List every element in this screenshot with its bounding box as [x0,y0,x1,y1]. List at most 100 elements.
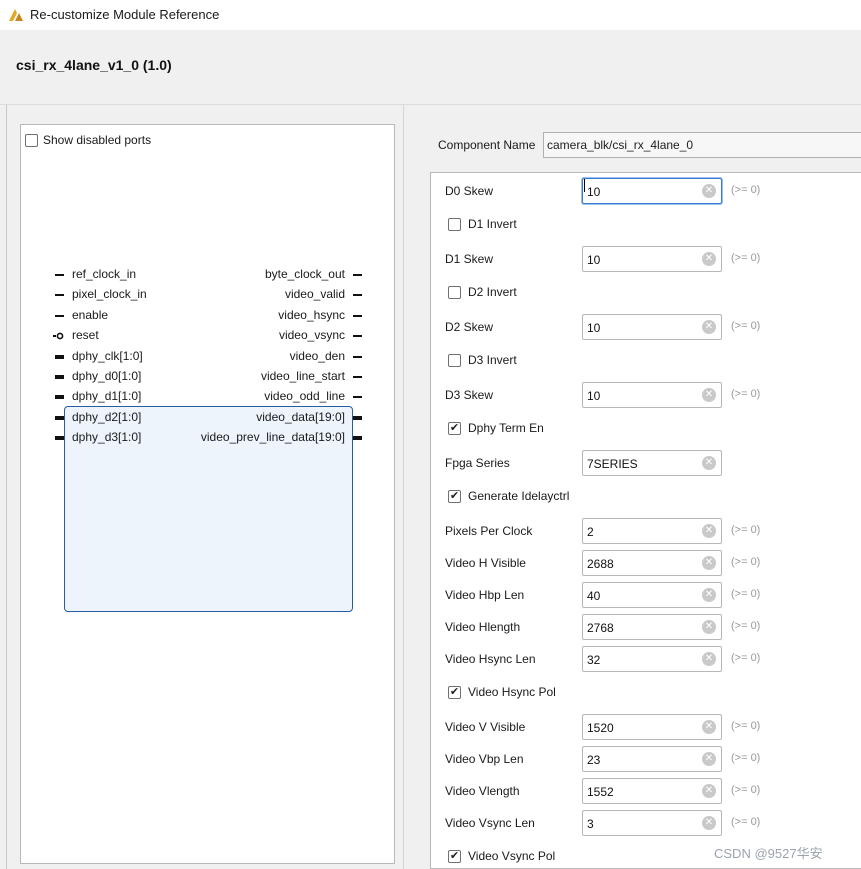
clear-icon[interactable]: ✕ [702,456,716,470]
component-name-label: Component Name [438,138,536,152]
param-label-pixels-per-clock: Pixels Per Clock [445,524,533,538]
input-port-label: dphy_d1[1:0] [72,389,142,404]
input-port-label: pixel_clock_in [72,287,147,302]
param-value: 32 [587,653,601,667]
param-row-d1-skew: D1 Skew 10 ✕ (>= 0) [431,246,861,272]
checkbox-d3-invert[interactable] [448,354,461,367]
output-pin [353,355,362,358]
input-pin [55,294,64,297]
param-input-d2-skew[interactable]: 10 ✕ [582,314,722,340]
param-checkbox-row-d3-invert[interactable]: D3 Invert [431,352,861,370]
clear-icon[interactable]: ✕ [702,784,716,798]
param-input-video-vbp-len[interactable]: 23 ✕ [582,746,722,772]
clear-icon[interactable]: ✕ [702,620,716,634]
clear-icon[interactable]: ✕ [702,720,716,734]
param-checkbox-row-video-hsync-pol[interactable]: ✔ Video Hsync Pol [431,684,861,702]
input-port-label: dphy_d2[1:0] [72,409,142,424]
port-row: dphy_d0[1:0] video_line_start [55,369,362,385]
clear-icon[interactable]: ✕ [702,556,716,570]
param-range: (>= 0) [731,524,761,536]
param-row-d0-skew: D0 Skew 10 ✕ (>= 0) [431,178,861,204]
port-row: dphy_d1[1:0] video_odd_line [55,389,362,405]
param-value: 1520 [587,721,614,735]
param-checkbox-row-d2-invert[interactable]: D2 Invert [431,284,861,302]
param-checkbox-row-d1-invert[interactable]: D1 Invert [431,216,861,234]
param-range: (>= 0) [731,720,761,732]
input-port-label: dphy_d0[1:0] [72,369,142,383]
show-disabled-ports-label: Show disabled ports [43,133,152,147]
module-title: csi_rx_4lane_v1_0 (1.0) [16,57,172,73]
clear-icon[interactable]: ✕ [702,320,716,334]
checkbox-video-hsync-pol[interactable]: ✔ [448,686,461,699]
input-port-label: ref_clock_in [72,267,137,281]
port-row: ref_clock_in byte_clock_out [55,267,362,283]
title-bar: Re-customize Module Reference [0,0,861,30]
clear-icon[interactable]: ✕ [702,816,716,830]
input-pin [55,314,64,317]
param-range: (>= 0) [731,816,761,828]
dialog-header: csi_rx_4lane_v1_0 (1.0) [0,30,861,105]
component-name-field[interactable]: camera_blk/csi_rx_4lane_0 [543,132,861,158]
param-label-video-vbp-len: Video Vbp Len [445,752,524,766]
checkbox-label-d1-invert: D1 Invert [468,217,517,231]
param-range: (>= 0) [731,556,761,568]
checkbox-label-dphy-term-en: Dphy Term En [468,421,544,435]
clear-icon[interactable]: ✕ [702,252,716,266]
module-block-symbol[interactable]: ref_clock_in byte_clock_out pixel_clock_in… [53,267,362,612]
param-row-video-h-visible: Video H Visible 2688 ✕ (>= 0) [431,550,861,576]
panel-divider[interactable] [403,105,404,869]
checkbox-video-vsync-pol[interactable]: ✔ [448,850,461,863]
show-disabled-ports-checkbox[interactable] [25,133,38,147]
param-input-d3-skew[interactable]: 10 ✕ [582,382,722,408]
param-input-video-vsync-len[interactable]: 3 ✕ [582,810,722,836]
param-label-video-v-visible: Video V Visible [445,720,526,734]
param-input-video-hbp-len[interactable]: 40 ✕ [582,582,722,608]
input-pin [55,354,64,359]
output-pin [353,294,362,297]
param-label-video-h-visible: Video H Visible [445,556,526,570]
clear-icon[interactable]: ✕ [702,588,716,602]
param-input-video-v-visible[interactable]: 1520 ✕ [582,714,722,740]
param-checkbox-row-dphy-term-en[interactable]: ✔ Dphy Term En [431,420,861,438]
show-disabled-ports-toggle[interactable]: Show disabled ports [25,132,151,148]
component-name-value: camera_blk/csi_rx_4lane_0 [547,138,694,152]
clear-icon[interactable]: ✕ [702,652,716,666]
param-value: 23 [587,753,601,767]
checkbox-d2-invert[interactable] [448,286,461,299]
param-label-d1-skew: D1 Skew [445,252,494,266]
param-row-video-vsync-len: Video Vsync Len 3 ✕ (>= 0) [431,810,861,836]
param-input-d1-skew[interactable]: 10 ✕ [582,246,722,272]
output-pin [353,335,362,338]
port-row: dphy_clk[1:0] video_den [55,348,362,365]
clear-icon[interactable]: ✕ [702,388,716,402]
param-input-video-h-visible[interactable]: 2688 ✕ [582,550,722,576]
param-input-fpga-series[interactable]: 7SERIES ✕ [582,450,722,476]
checkbox-dphy-term-en[interactable]: ✔ [448,422,461,435]
param-row-video-v-visible: Video V Visible 1520 ✕ (>= 0) [431,714,861,740]
clear-icon[interactable]: ✕ [702,184,716,198]
param-label-video-vlength: Video Vlength [445,784,520,798]
input-pin [55,436,64,441]
param-input-video-hsync-len[interactable]: 32 ✕ [582,646,722,672]
param-input-d0-skew[interactable]: 10 ✕ [582,178,722,204]
input-port-label: dphy_clk[1:0] [72,348,143,363]
param-input-pixels-per-clock[interactable]: 2 ✕ [582,518,722,544]
param-label-video-hsync-len: Video Hsync Len [445,652,536,666]
vivado-logo-icon [9,9,23,21]
checkbox-d1-invert[interactable] [448,218,461,231]
param-label-fpga-series: Fpga Series [445,456,510,470]
param-range: (>= 0) [731,620,761,632]
param-value: 10 [587,321,601,335]
param-row-video-hsync-len: Video Hsync Len 32 ✕ (>= 0) [431,646,861,672]
clear-icon[interactable]: ✕ [702,752,716,766]
param-value: 2 [587,525,594,539]
symbol-panel: Show disabled ports ref_clock_in byte_clo… [20,124,395,864]
param-input-video-hlength[interactable]: 2768 ✕ [582,614,722,640]
checkbox-label-video-vsync-pol: Video Vsync Pol [468,849,556,863]
checkbox-generate-idelayctrl[interactable]: ✔ [448,490,461,503]
param-checkbox-row-generate-idelayctrl[interactable]: ✔ Generate Idelayctrl [431,488,861,506]
port-row: pixel_clock_in video_valid [55,287,362,303]
param-input-video-vlength[interactable]: 1552 ✕ [582,778,722,804]
parameters-panel[interactable]: D0 Skew 10 ✕ (>= 0) D1 Invert D1 Skew 10 ✕ (>= 0… [430,172,861,869]
clear-icon[interactable]: ✕ [702,524,716,538]
